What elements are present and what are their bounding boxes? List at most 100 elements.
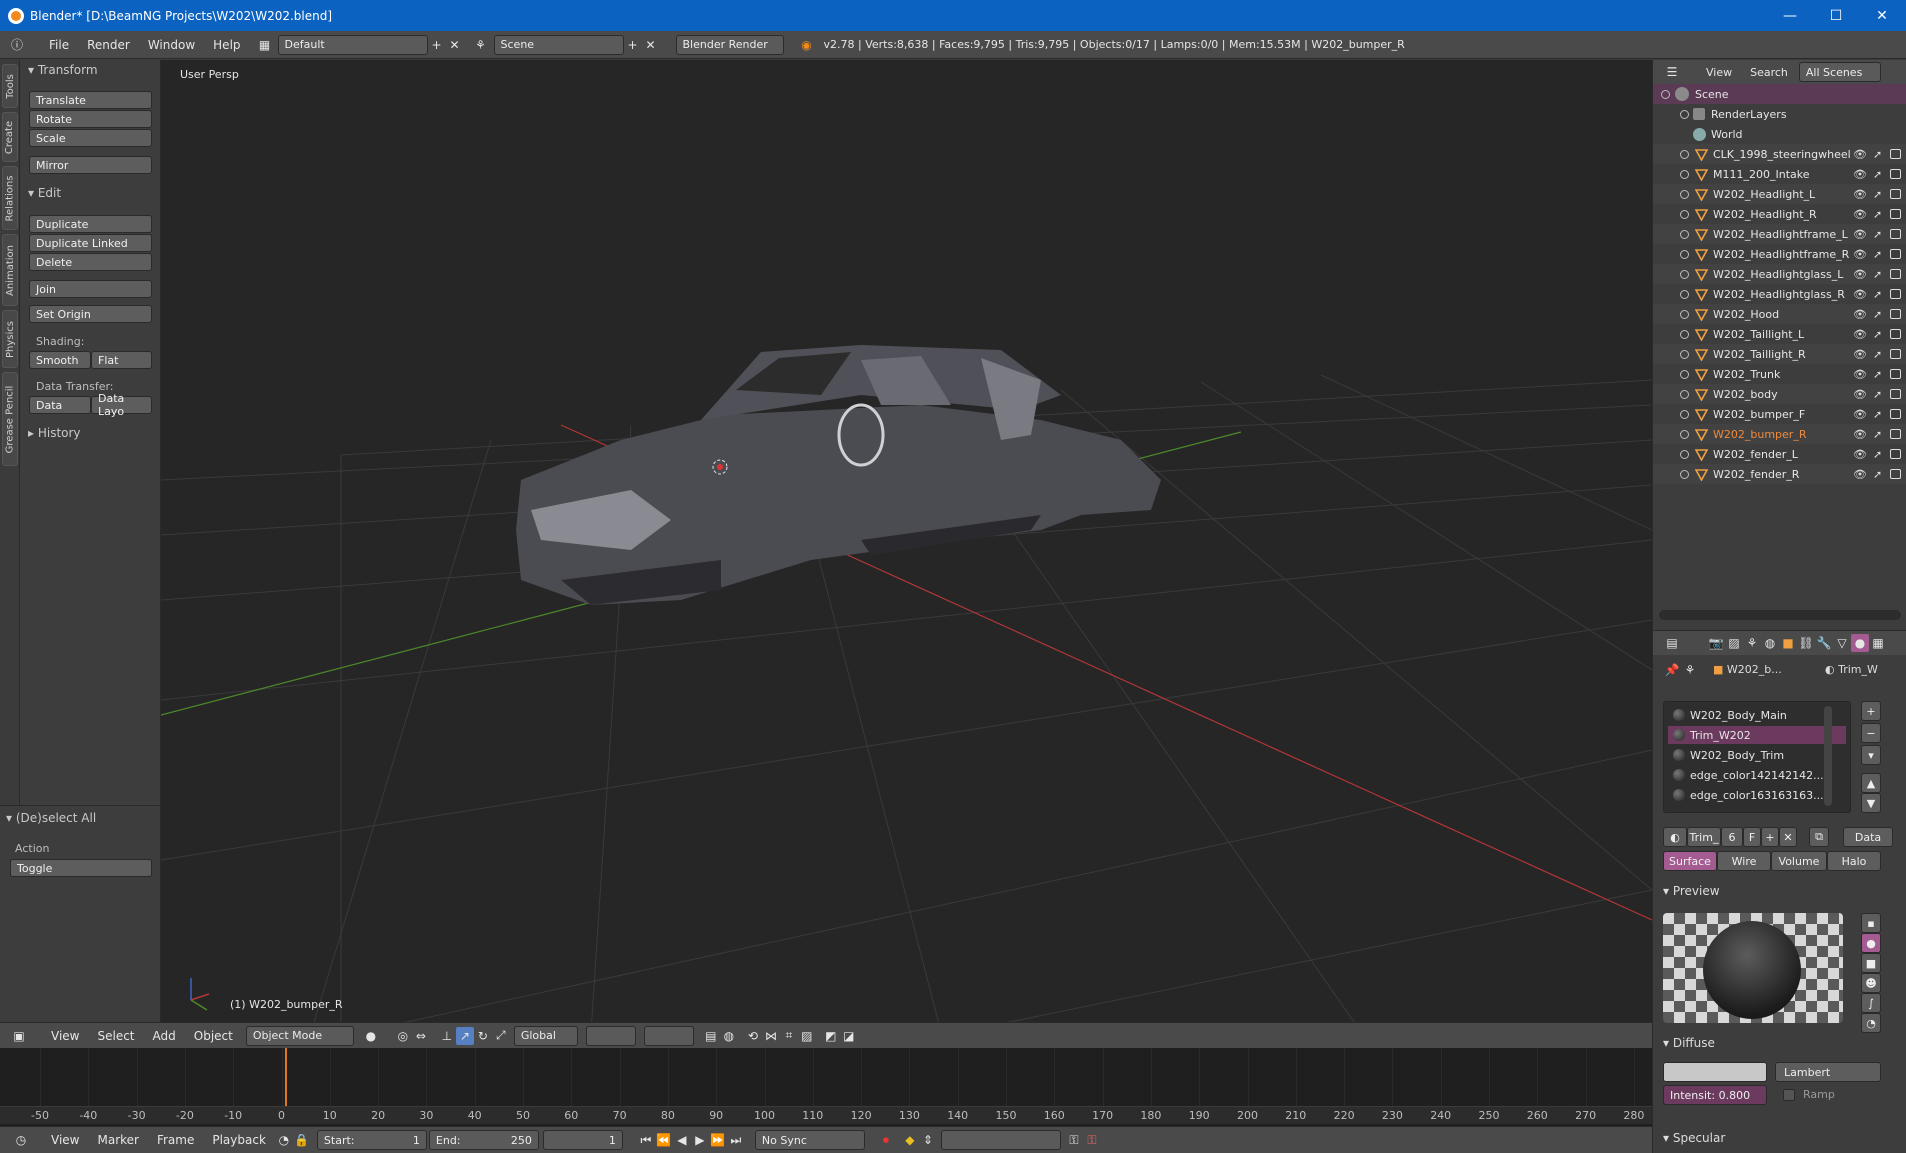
outliner-row-object[interactable]: W202_Headlight_L 👁 ➚: [1653, 184, 1906, 204]
scene-tab-icon[interactable]: ⚘: [1743, 634, 1761, 652]
outliner-row-world[interactable]: World: [1653, 124, 1906, 144]
diffuse-intensity-slider[interactable]: Intensit: 0.800: [1663, 1085, 1767, 1105]
data-layout-button[interactable]: Data Layo: [91, 392, 152, 418]
texture-tab-icon[interactable]: ▦: [1869, 634, 1887, 652]
outliner-row-object[interactable]: W202_Taillight_L 👁 ➚: [1653, 324, 1906, 344]
outliner-row-object[interactable]: W202_Headlight_R 👁 ➚: [1653, 204, 1906, 224]
pin-icon[interactable]: 📌: [1663, 661, 1681, 679]
renderable-camera-icon[interactable]: [1890, 329, 1901, 339]
outliner-row-object[interactable]: W202_Headlightframe_L 👁 ➚: [1653, 224, 1906, 244]
renderable-camera-icon[interactable]: [1890, 349, 1901, 359]
expand-icon[interactable]: [1680, 209, 1689, 219]
expand-icon[interactable]: [1680, 309, 1689, 319]
layers-block-2[interactable]: [643, 1025, 694, 1046]
expand-icon[interactable]: [1680, 369, 1689, 379]
mirror-button[interactable]: Mirror: [29, 156, 152, 174]
diffuse-color-field[interactable]: [1663, 1062, 1767, 1082]
data-tab-icon[interactable]: ▽: [1833, 634, 1851, 652]
menu-view[interactable]: View: [42, 1029, 88, 1043]
material-users-count[interactable]: 6: [1721, 827, 1743, 847]
outliner-menu-search[interactable]: Search: [1741, 66, 1797, 79]
outliner-row-renderlayers[interactable]: RenderLayers: [1653, 104, 1906, 124]
material-list-scrollbar[interactable]: [1824, 706, 1832, 806]
visibility-eye-icon[interactable]: 👁: [1853, 168, 1867, 181]
renderable-camera-icon[interactable]: [1890, 149, 1901, 159]
new-material-button[interactable]: +: [1761, 827, 1779, 847]
join-button[interactable]: Join: [29, 280, 152, 298]
timeline-menu-marker[interactable]: Marker: [88, 1133, 147, 1147]
editor-type-3d-icon[interactable]: ▣: [10, 1027, 28, 1045]
renderable-camera-icon[interactable]: [1890, 369, 1901, 379]
expand-icon[interactable]: [1680, 349, 1689, 359]
action-select[interactable]: Toggle: [10, 859, 152, 877]
jump-keyframe-forward-icon[interactable]: ⏩: [709, 1131, 727, 1149]
render-icon[interactable]: ▨: [798, 1027, 816, 1045]
selectable-cursor-icon[interactable]: ➚: [1873, 168, 1882, 181]
remove-material-slot-button[interactable]: −: [1861, 723, 1881, 743]
visibility-eye-icon[interactable]: 👁: [1853, 448, 1867, 461]
tab-wire[interactable]: Wire: [1717, 851, 1771, 871]
selectable-cursor-icon[interactable]: ➚: [1873, 468, 1882, 481]
expand-icon[interactable]: [1680, 449, 1689, 459]
render-engine-select[interactable]: Blender Render: [675, 34, 784, 55]
edit-panel-header[interactable]: ▾ Edit: [28, 186, 61, 200]
add-material-slot-button[interactable]: +: [1861, 701, 1881, 721]
pivot-point-icon[interactable]: ◎: [394, 1027, 412, 1045]
renderable-camera-icon[interactable]: [1890, 429, 1901, 439]
collapse-icon[interactable]: [1661, 89, 1670, 99]
material-link-select[interactable]: Data: [1843, 827, 1893, 847]
transform-orientation-select[interactable]: Global: [513, 1025, 578, 1046]
renderable-camera-icon[interactable]: [1890, 209, 1901, 219]
preview-monkey-button[interactable]: ☻: [1861, 973, 1881, 993]
unlink-material-button[interactable]: ✕: [1779, 827, 1797, 847]
editor-type-properties-icon[interactable]: ▤: [1663, 634, 1681, 652]
expand-icon[interactable]: [1680, 429, 1689, 439]
visibility-eye-icon[interactable]: 👁: [1853, 408, 1867, 421]
preview-sphere-button[interactable]: ●: [1861, 933, 1881, 953]
menu-window[interactable]: Window: [139, 38, 204, 52]
visibility-eye-icon[interactable]: 👁: [1853, 468, 1867, 481]
remove-scene-icon[interactable]: ✕: [642, 36, 660, 54]
delete-button[interactable]: Delete: [29, 253, 152, 271]
renderable-camera-icon[interactable]: [1890, 309, 1901, 319]
modifiers-tab-icon[interactable]: 🔧: [1815, 634, 1833, 652]
expand-icon[interactable]: [1680, 469, 1689, 479]
move-slot-down-button[interactable]: ▼: [1861, 793, 1881, 813]
selectable-cursor-icon[interactable]: ➚: [1873, 388, 1882, 401]
diffuse-panel-header[interactable]: ▾ Diffuse: [1663, 1036, 1715, 1050]
jump-keyframe-back-icon[interactable]: ⏪: [655, 1131, 673, 1149]
outliner-menu-view[interactable]: View: [1697, 66, 1741, 79]
menu-file[interactable]: File: [40, 38, 78, 52]
record-icon[interactable]: ⏺: [877, 1131, 895, 1149]
visibility-eye-icon[interactable]: 👁: [1853, 228, 1867, 241]
editor-type-outliner-icon[interactable]: ☰: [1663, 63, 1681, 81]
expand-icon[interactable]: [1680, 249, 1689, 259]
menu-render[interactable]: Render: [78, 38, 139, 52]
move-slot-up-button[interactable]: ▲: [1861, 773, 1881, 793]
render-still-icon[interactable]: ◩: [822, 1027, 840, 1045]
preview-sky-button[interactable]: ◔: [1861, 1013, 1881, 1033]
node-tree-button[interactable]: ⧉: [1809, 827, 1829, 847]
outliner-row-object[interactable]: W202_Headlightglass_L 👁 ➚: [1653, 264, 1906, 284]
visibility-eye-icon[interactable]: 👁: [1853, 428, 1867, 441]
tab-create[interactable]: Create: [2, 112, 18, 162]
world-tab-icon[interactable]: ◍: [1761, 634, 1779, 652]
snap-target-icon[interactable]: ⌗: [780, 1027, 798, 1045]
viewport-shading-icon[interactable]: ●: [362, 1027, 380, 1045]
selectable-cursor-icon[interactable]: ➚: [1873, 148, 1882, 161]
expand-icon[interactable]: [1680, 269, 1689, 279]
close-button[interactable]: ✕: [1859, 0, 1905, 31]
constraints-tab-icon[interactable]: ⛓: [1797, 634, 1815, 652]
selectable-cursor-icon[interactable]: ➚: [1873, 208, 1882, 221]
render-layers-tab-icon[interactable]: ▨: [1725, 634, 1743, 652]
rotate-button[interactable]: Rotate: [29, 110, 152, 128]
selectable-cursor-icon[interactable]: ➚: [1873, 428, 1882, 441]
outliner-row-object[interactable]: CLK_1998_steeringwheel 👁 ➚: [1653, 144, 1906, 164]
maximize-button[interactable]: ☐: [1813, 0, 1859, 31]
selectable-cursor-icon[interactable]: ➚: [1873, 228, 1882, 241]
visibility-eye-icon[interactable]: 👁: [1853, 248, 1867, 261]
3d-viewport[interactable]: User Persp (1) W202_bumper_R: [161, 60, 1652, 1032]
tab-volume[interactable]: Volume: [1771, 851, 1827, 871]
keying-set-field[interactable]: [940, 1130, 1061, 1150]
use-preview-range-icon[interactable]: ◔: [275, 1131, 293, 1149]
